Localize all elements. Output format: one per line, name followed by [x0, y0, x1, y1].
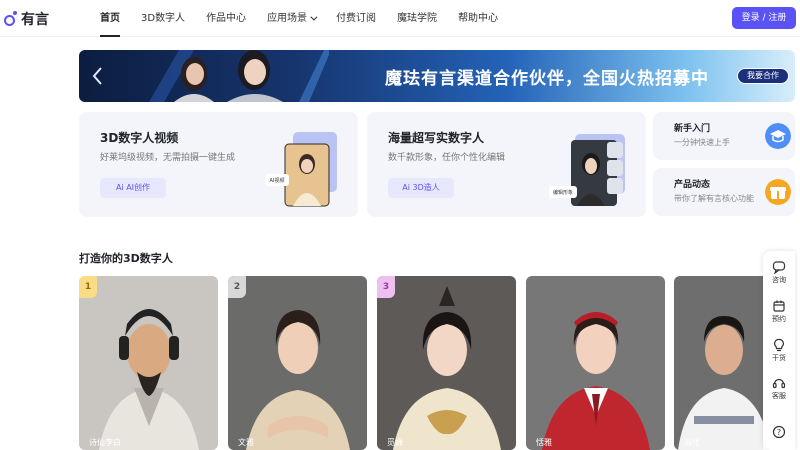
consult-label: 咨询	[772, 276, 786, 284]
side-card-title: 新手入门	[674, 124, 711, 134]
promo-banner[interactable]: 魔珐有言渠道合作伙伴，全国火热招募中 我要合作	[79, 50, 795, 102]
avatar-card-wenya[interactable]: 2 文雅	[228, 276, 367, 450]
customer-service-label: 客服	[772, 392, 786, 400]
nav-item-home[interactable]: 首页	[100, 0, 120, 37]
avatar-name: 恬雅	[536, 438, 552, 447]
cooperate-button[interactable]: 我要合作	[737, 68, 789, 84]
rank-badge: 1	[79, 276, 97, 298]
avatar-name: 文雅	[238, 438, 254, 447]
logo[interactable]: 有言	[4, 9, 49, 29]
nav-item-works[interactable]: 作品中心	[206, 0, 246, 37]
nav-item-academy[interactable]: 魔珐学院	[397, 0, 437, 37]
graduation-cap-icon	[765, 123, 791, 149]
edit-avatar-art-label: 编辑形象	[553, 189, 573, 196]
ai-create-button[interactable]: Ai AI创作	[100, 178, 166, 198]
side-card-desc: 一分钟快速上手	[674, 138, 730, 147]
avatar-image	[393, 286, 501, 450]
side-card-desc: 带你了解有言核心功能	[674, 194, 754, 203]
nav-item-help[interactable]: 帮助中心	[458, 0, 498, 37]
avatar-card-libai[interactable]: 1 诗仙李白	[79, 276, 218, 450]
rank-badge: 2	[228, 276, 246, 298]
feature-card-avatars[interactable]: 海量超写实数字人 数千款形象，任你个性化编辑 Ai 3D造人 编辑形象	[367, 112, 646, 217]
ai-video-art-label: AI视频	[270, 177, 285, 184]
side-card-title: 产品动态	[674, 180, 711, 190]
avatar-name: 海化	[684, 438, 700, 447]
svg-text:?: ?	[777, 428, 781, 437]
consult-button[interactable]: 咨询	[763, 260, 795, 285]
banner-prev-arrow-icon[interactable]	[91, 66, 105, 86]
logo-icon	[4, 11, 18, 27]
customer-service-button[interactable]: 客服	[763, 376, 795, 401]
avatar-card-haihua[interactable]: 海化	[674, 276, 763, 450]
resources-label: 干货	[772, 354, 786, 362]
side-card-product-news[interactable]: 产品动态 带你了解有言核心功能	[653, 168, 795, 216]
avatar-card-illustration: 编辑形象	[549, 134, 625, 206]
bulb-icon	[774, 338, 784, 352]
headset-icon	[772, 378, 786, 389]
video-card-illustration: AI视频	[265, 132, 337, 207]
feature-card-video[interactable]: 3D数字人视频 好莱坞级视频，无需拍摄一键生成 Ai AI创作 AI视频	[79, 112, 358, 217]
avatar-name: 诗仙李白	[89, 438, 121, 447]
rank-badge: 3	[377, 276, 395, 298]
banner-headline: 魔珐有言渠道合作伙伴，全国火热招募中	[385, 69, 709, 89]
chevron-down-icon	[310, 13, 318, 21]
calendar-icon	[773, 300, 785, 312]
floating-toolbar: 咨询 预约 干货 客服 ?	[763, 251, 795, 450]
feature-card-title: 海量超写实数字人	[388, 131, 485, 145]
feature-card-desc: 数千款形象，任你个性化编辑	[388, 153, 506, 163]
avatar-image	[678, 316, 763, 450]
nav-item-subscription[interactable]: 付费订阅	[336, 0, 376, 37]
chat-icon	[772, 261, 786, 274]
avatar-name: 觅婵	[387, 438, 403, 447]
appointment-button[interactable]: 预约	[763, 299, 795, 324]
main-nav: 首页 3D数字人 作品中心 应用场景 付费订阅 魔珐学院 帮助中心	[100, 0, 519, 37]
section-title: 打造你的3D数字人	[79, 252, 173, 265]
feature-card-desc: 好莱坞级视频，无需拍摄一键生成	[100, 153, 236, 163]
nav-item-scenarios-label: 应用场景	[267, 13, 308, 24]
feature-card-title: 3D数字人视频	[100, 131, 179, 145]
nav-item-scenarios[interactable]: 应用场景	[267, 0, 318, 37]
login-register-button[interactable]: 登录 / 注册	[732, 7, 796, 29]
avatar-image	[542, 312, 650, 450]
avatar-image	[246, 310, 350, 450]
avatar-image	[99, 309, 199, 450]
nav-item-3d-avatar[interactable]: 3D数字人	[141, 0, 185, 37]
logo-text: 有言	[21, 12, 49, 28]
top-navbar: 有言 首页 3D数字人 作品中心 应用场景 付费订阅 魔珐学院 帮助中心 登录 …	[0, 0, 800, 37]
help-button[interactable]: ?	[763, 425, 795, 439]
avatar-card-michan[interactable]: 3 觅婵	[377, 276, 516, 450]
appointment-label: 预约	[772, 315, 786, 323]
gift-box-icon	[765, 179, 791, 205]
banner-people-image	[149, 50, 329, 102]
avatar-card-tianya[interactable]: 恬雅	[526, 276, 665, 450]
resources-button[interactable]: 干货	[763, 338, 795, 363]
side-card-getting-started[interactable]: 新手入门 一分钟快速上手	[653, 112, 795, 160]
help-icon: ?	[772, 425, 786, 439]
3d-create-avatar-button[interactable]: Ai 3D造人	[388, 178, 454, 198]
